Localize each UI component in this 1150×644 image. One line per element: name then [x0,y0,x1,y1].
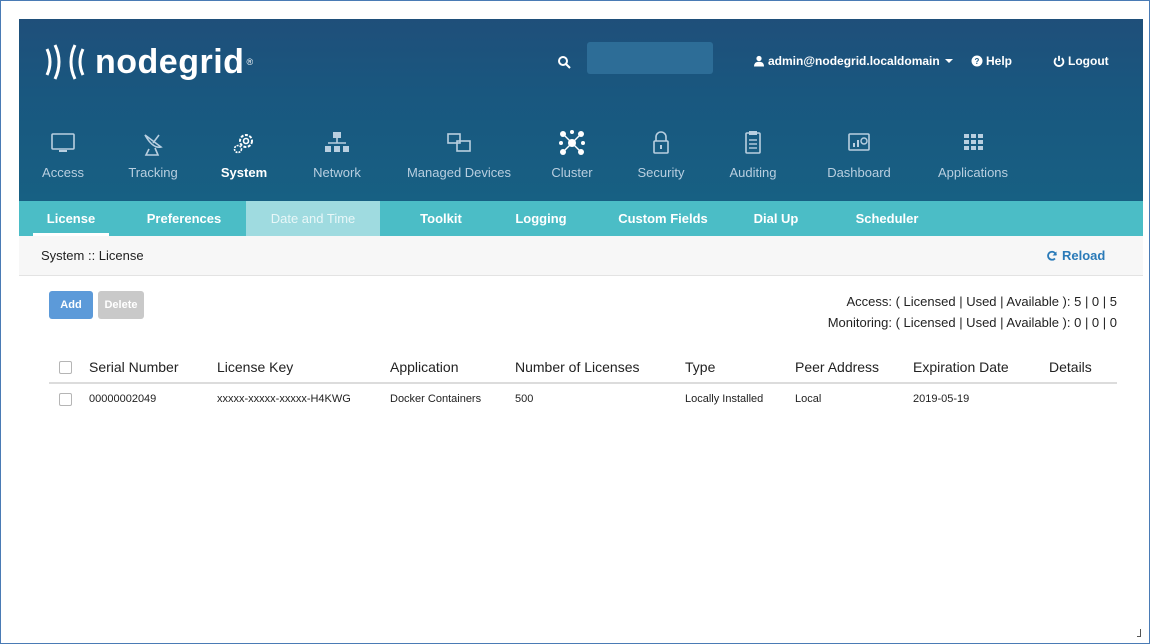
header: nodegrid ® admin@nodegrid.localdomain ? … [19,19,1143,201]
nav-label: Applications [937,165,1009,180]
power-icon [1053,55,1065,67]
svg-text:?: ? [975,57,980,66]
nav-dashboard[interactable]: Dashboard [819,127,899,193]
search-icon[interactable] [557,55,571,69]
monitor-icon [51,133,75,152]
user-name: admin@nodegrid.localdomain [768,54,940,68]
nav-label: Cluster [551,165,593,180]
column-header-expiration-date[interactable]: Expiration Date [913,351,1009,383]
nav-tracking[interactable]: Tracking [123,127,183,193]
satellite-dish-icon [144,134,163,156]
license-stats: Access: ( Licensed | Used | Available ):… [828,291,1117,333]
clipboard-icon [745,131,761,154]
nodegrid-logo-mark-icon [39,41,91,83]
nav-label: Security [637,165,685,180]
column-header-serial-number[interactable]: Serial Number [89,351,178,383]
monitoring-license-stats: Monitoring: ( Licensed | Used | Availabl… [827,315,1117,330]
dashboard-icon [848,133,870,151]
tab-license[interactable]: License [33,201,109,236]
cell-number-of-licenses: 500 [515,393,534,405]
search-input[interactable] [587,42,713,74]
chevron-down-icon [944,59,953,63]
help-link[interactable]: ? Help [971,54,1012,68]
user-icon [754,55,764,67]
table-header: Serial Number License Key Application Nu… [49,351,1117,384]
cell-expiration-date: 2019-05-19 [913,393,970,405]
tab-date-and-time[interactable]: Date and Time [246,201,380,236]
cell-peer-address: Local [795,393,822,405]
nav-applications[interactable]: Applications [933,127,1013,193]
question-circle-icon: ? [971,55,983,67]
nav-system[interactable]: System [219,127,269,193]
cell-application: Docker Containers [390,393,482,405]
column-header-license-key[interactable]: License Key [217,351,293,383]
nav-managed-devices[interactable]: Managed Devices [405,127,513,193]
nav-access[interactable]: Access [41,127,85,193]
license-table: Serial Number License Key Application Nu… [49,351,1117,414]
gear-icon [233,134,253,154]
nav-security[interactable]: Security [633,127,689,193]
tab-logging[interactable]: Logging [501,201,581,236]
column-header-details[interactable]: Details [1049,351,1092,383]
reload-button[interactable]: Reload [1046,248,1105,263]
tab-toolkit[interactable]: Toolkit [405,201,477,236]
logout-label: Logout [1068,54,1109,68]
column-header-peer-address[interactable]: Peer Address [795,351,879,383]
devices-icon [447,133,471,152]
nav-label: Tracking [128,165,178,180]
column-header-number-of-licenses[interactable]: Number of Licenses [515,351,640,383]
tab-preferences[interactable]: Preferences [135,201,233,236]
brand-name: nodegrid [95,42,245,81]
breadcrumb-bar: System :: License Reload [19,236,1143,276]
main-nav: Access Tracking System Network Managed D… [19,127,1143,193]
brand-registered-mark: ® [246,57,254,67]
nodegrid-app: nodegrid ® admin@nodegrid.localdomain ? … [19,19,1143,641]
sub-nav: License Preferences Date and Time Toolki… [19,201,1143,236]
nav-label: System [220,165,268,180]
screenshot-frame: nodegrid ® admin@nodegrid.localdomain ? … [0,0,1150,644]
breadcrumb: System :: License [41,248,144,263]
reload-label: Reload [1062,248,1106,263]
add-button[interactable]: Add [49,291,93,319]
grid-icon [964,134,983,150]
network-tree-icon [325,132,349,152]
cell-license-key: xxxxx-xxxxx-xxxxx-H4KWG [217,393,351,405]
refresh-icon [1047,250,1057,261]
column-header-type[interactable]: Type [685,351,715,383]
nav-cluster[interactable]: Cluster [549,127,595,193]
table-row[interactable]: 00000002049 xxxxx-xxxxx-xxxxx-H4KWG Dock… [49,384,1117,414]
nav-label: Dashboard [827,165,891,180]
user-menu[interactable]: admin@nodegrid.localdomain [753,54,955,68]
row-checkbox[interactable] [59,393,72,406]
nodegrid-logo[interactable]: nodegrid ® [39,41,253,83]
access-license-stats: Access: ( Licensed | Used | Available ):… [846,294,1117,309]
nav-label: Network [313,165,361,180]
delete-button[interactable]: Delete [98,291,144,319]
window-resize-corner [1137,629,1141,637]
cluster-icon [559,130,585,155]
cell-type: Locally Installed [685,393,764,405]
lock-icon [653,131,669,154]
column-header-application[interactable]: Application [390,351,459,383]
nav-label: Managed Devices [406,165,512,180]
logout-link[interactable]: Logout [1053,54,1109,68]
select-all-checkbox[interactable] [59,361,72,374]
nav-auditing[interactable]: Auditing [727,127,779,193]
cell-serial-number: 00000002049 [89,393,157,405]
tab-scheduler[interactable]: Scheduler [841,201,933,236]
tab-dial-up[interactable]: Dial Up [741,201,811,236]
tab-custom-fields[interactable]: Custom Fields [607,201,719,236]
help-label: Help [986,54,1013,68]
nav-network[interactable]: Network [309,127,365,193]
nav-label: Access [42,165,84,180]
nav-label: Auditing [729,165,777,180]
